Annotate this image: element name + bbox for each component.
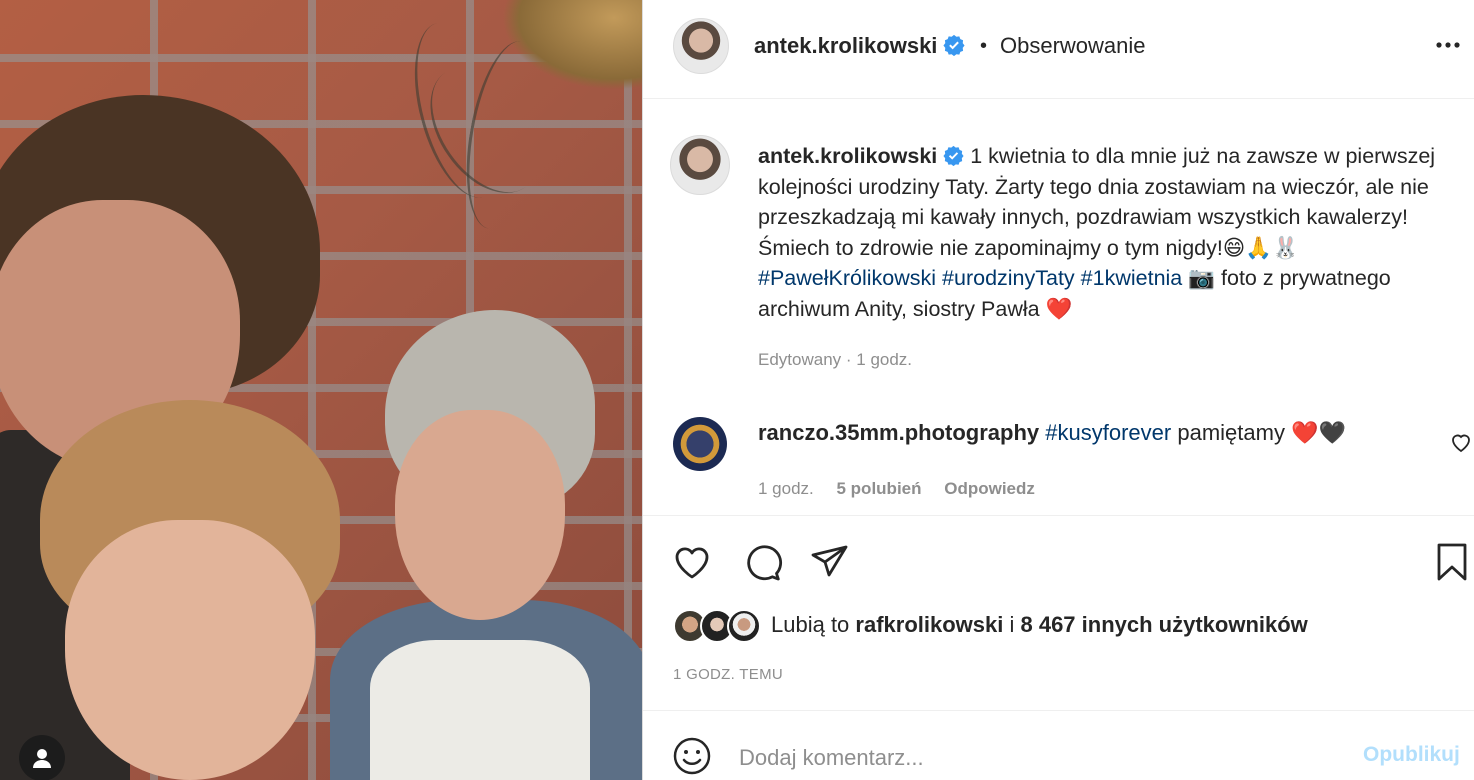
reply-button[interactable]: Odpowiedz [944,479,1035,498]
hashtag-link[interactable]: #1kwietnia [1081,266,1183,290]
author-avatar[interactable] [673,18,729,74]
add-comment-bar: Opublikuj [643,710,1474,780]
emoji-icon[interactable] [671,735,713,777]
camera-emoji: 📷 [1188,266,1216,290]
comment-icon[interactable] [741,541,783,583]
separator-dot: • [980,35,988,57]
hashtag-link[interactable]: #PawełKrólikowski [758,266,936,290]
verified-badge-icon [943,145,964,166]
author-username[interactable]: antek.krolikowski [754,33,965,59]
hashtag-link[interactable]: #urodzinyTaty [942,266,1075,290]
red-heart-emoji: ❤️ [1045,296,1073,321]
caption-emojis: 😄🙏🐰 [1222,235,1299,260]
caption-meta: Edytowany · 1 godz. [758,350,913,369]
liker-username[interactable]: rafkrolikowski [855,612,1003,637]
comment-body: pamiętamy [1171,420,1292,445]
likes-middle: i [1003,612,1021,637]
bookmark-icon[interactable] [1431,541,1473,583]
woman-figure-face [395,410,565,620]
post-header: antek.krolikowski • Obserwowanie [643,0,1474,99]
more-options-icon[interactable] [1433,30,1463,60]
commenter-username[interactable]: ranczo.35mm.photography [758,420,1039,445]
hashtag-link[interactable]: #kusyforever [1045,420,1171,445]
comment-like-heart-icon[interactable] [1449,430,1473,454]
caption-author-avatar[interactable] [670,135,730,195]
comment-likes-count[interactable]: 5 polubień [837,479,922,498]
add-comment-input[interactable] [739,739,1339,777]
following-button[interactable]: Obserwowanie [1000,33,1146,59]
user-tag-icon[interactable] [19,735,65,780]
post-timestamp[interactable]: 1 GODZ. TEMU [673,666,783,683]
post-side-panel: antek.krolikowski • Obserwowanie antek.k… [642,0,1474,780]
woman-figure-overall [370,640,590,780]
heart-icon[interactable] [671,541,713,583]
caption-text: antek.krolikowski 1 kwietnia to dla mnie… [758,141,1458,324]
boy-figure-face [65,520,315,780]
verified-badge-icon [943,34,965,56]
liker-avatar [727,609,761,643]
likes-prefix: Lubią to [771,612,856,637]
comment-text: ranczo.35mm.photography #kusyforever pam… [758,420,1346,446]
comment-emojis: ❤️🖤 [1291,420,1346,445]
comment-item: ranczo.35mm.photography #kusyforever pam… [643,412,1474,512]
caption-username[interactable]: antek.krolikowski [758,144,937,168]
comment-time: 1 godz. [758,479,814,498]
post-actions: Lubią to rafkrolikowski i 8 467 innych u… [643,515,1474,710]
publish-button[interactable]: Opublikuj [1363,743,1460,767]
commenter-avatar[interactable] [673,417,727,471]
likes-count[interactable]: 8 467 innych użytkowników [1020,612,1307,637]
likers-avatars[interactable] [673,609,768,645]
likes-summary: Lubią to rafkrolikowski i 8 467 innych u… [771,612,1308,638]
author-username-text[interactable]: antek.krolikowski [754,33,937,58]
comment-meta: 1 godz. 5 polubień Odpowiedz [758,479,1053,499]
send-icon[interactable] [809,541,851,583]
post-photo[interactable] [0,0,642,780]
